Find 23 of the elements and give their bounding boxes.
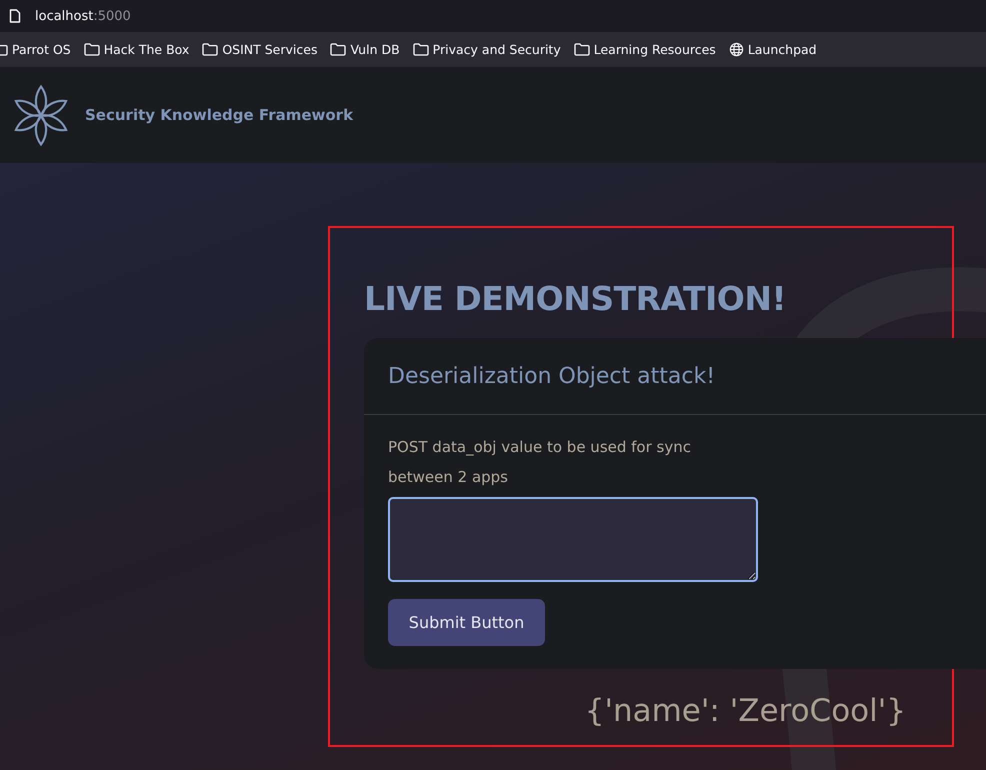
folder-icon — [84, 43, 100, 56]
url-text: localhost:5000 — [35, 8, 131, 24]
bookmark-item[interactable]: Learning Resources — [574, 42, 716, 57]
folder-icon — [330, 43, 346, 56]
bookmark-item[interactable]: Vuln DB — [330, 42, 400, 57]
folder-icon — [574, 43, 590, 56]
globe-icon — [728, 42, 744, 57]
page-icon — [9, 9, 21, 23]
page-heading: LIVE DEMONSTRATION! — [364, 278, 787, 320]
bookmark-item[interactable]: Launchpad — [728, 42, 817, 57]
description-text: POST data_obj value to be used for sync between 2 apps — [388, 437, 692, 488]
site-title[interactable]: Security Knowledge Framework — [85, 106, 354, 124]
folder-icon — [202, 43, 218, 56]
bookmark-item[interactable]: Hack The Box — [84, 42, 190, 57]
bookmark-item[interactable]: Parrot OS — [0, 42, 71, 57]
flower-logo-icon[interactable] — [12, 84, 70, 146]
data-input-field[interactable] — [388, 497, 758, 582]
bookmark-item[interactable]: OSINT Services — [202, 42, 318, 57]
submit-button[interactable]: Submit Button — [388, 599, 545, 646]
output-text: {'name': 'ZeroCool'} — [584, 693, 906, 729]
folder-icon — [412, 43, 429, 56]
card-title: Deserialization Object attack! — [388, 364, 716, 388]
bookmark-item[interactable]: Privacy and Security — [412, 42, 561, 57]
